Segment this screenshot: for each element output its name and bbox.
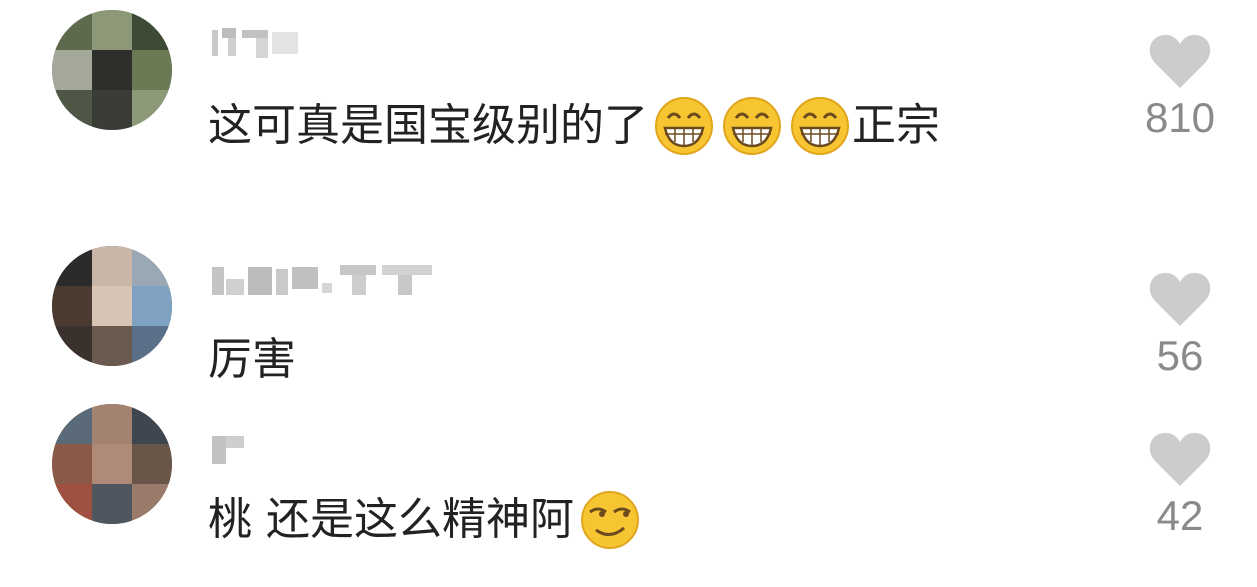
heart-icon: [1149, 34, 1211, 88]
comment-suffix: 正宗: [852, 100, 940, 151]
comment-body: 桃 还是这么精神阿: [208, 494, 574, 545]
like-button[interactable]: 56: [1140, 270, 1220, 380]
like-count: 42: [1156, 492, 1204, 539]
avatar[interactable]: [52, 246, 172, 366]
smirk-emoji-icon: [578, 490, 642, 550]
avatar[interactable]: [52, 404, 172, 524]
heart-icon: [1149, 272, 1211, 326]
grin-emoji-icon: [788, 96, 852, 156]
like-button[interactable]: 42: [1140, 430, 1220, 540]
comment-body: 这可真是国宝级别的了: [208, 100, 648, 151]
grin-emoji-icon: [652, 96, 716, 156]
username-blurred[interactable]: [212, 259, 442, 299]
grin-emoji-icon: [720, 96, 784, 156]
like-count: 810: [1144, 94, 1216, 141]
username-blurred[interactable]: [212, 430, 252, 470]
comment-body: 厉害: [208, 334, 296, 385]
comment-text: 厉害: [208, 330, 296, 390]
like-button[interactable]: 810: [1140, 32, 1220, 142]
avatar[interactable]: [52, 10, 172, 130]
comment-text: 这可真是国宝级别的了 正宗: [208, 96, 940, 156]
like-count: 56: [1156, 332, 1204, 379]
username-blurred[interactable]: [212, 22, 302, 62]
comment-text: 桃 还是这么精神阿: [208, 490, 642, 550]
heart-icon: [1149, 432, 1211, 486]
